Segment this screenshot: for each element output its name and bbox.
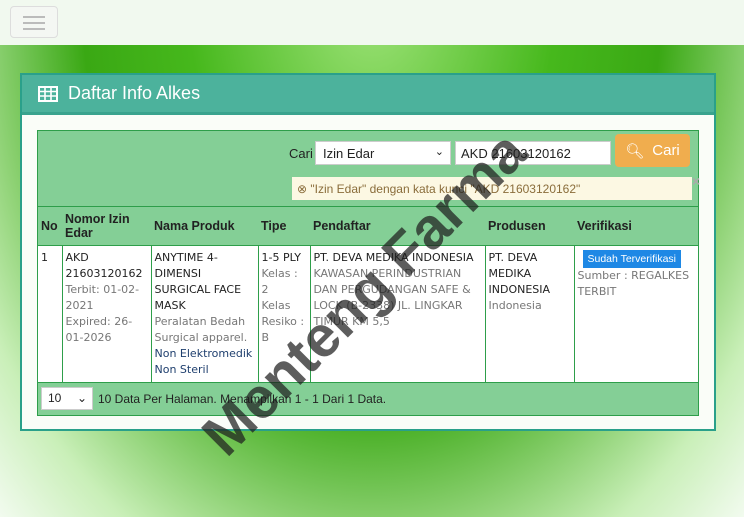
search-input[interactable]: AKD 21603120162	[455, 141, 611, 165]
col-tipe: Tipe	[258, 207, 310, 246]
country: Indonesia	[488, 298, 542, 312]
pagination-info: 10 Data Per Halaman. Menampilkan 1 - 1 D…	[98, 391, 387, 406]
registrant-address: KAWASAN PERINDUSTRIAN DAN PERGUDANGAN SA…	[313, 266, 471, 328]
expired-date: Expired: 26-01-2026	[65, 314, 133, 344]
alkes-panel: Daftar Info Alkes Cari Izin Edar ⌄ AKD 21…	[20, 73, 716, 431]
search-button[interactable]: 🔍︎ Cari	[615, 134, 690, 167]
cell-verifikasi: Sudah Terverifikasi Sumber : REGALKES TER…	[574, 245, 698, 382]
terbit-date: Terbit: 01-02-2021	[65, 282, 140, 312]
manufacturer: PT. DEVA MEDIKA INDONESIA	[488, 250, 551, 296]
col-pendaftar: Pendaftar	[310, 207, 485, 246]
close-alert-button[interactable]: ×	[692, 173, 700, 189]
search-label: Cari	[289, 146, 313, 161]
cell-produsen: PT. DEVA MEDIKA INDONESIA Indonesia	[485, 245, 575, 382]
col-nama: Nama Produk	[151, 207, 258, 246]
product-kind: Non Elektromedik Non Steril	[154, 346, 253, 376]
source: Sumber : REGALKES TERBIT	[577, 268, 690, 298]
per-page-select[interactable]: 10 ⌄	[41, 387, 93, 410]
search-icon: 🔍︎	[625, 142, 645, 160]
class: Kelas : 2	[261, 266, 298, 296]
subcategory: Surgical apparel.	[154, 330, 248, 344]
per-page-value: 10	[48, 391, 62, 405]
alkes-table: No Nomor Izin Edar Nama Produk Tipe Pend…	[38, 207, 698, 382]
col-verifikasi: Verifikasi	[574, 207, 698, 246]
menu-toggle-button[interactable]	[10, 6, 58, 38]
chevron-down-icon: ⌄	[76, 391, 87, 405]
navbar	[0, 0, 744, 45]
registrant: PT. DEVA MEDIKA INDONESIA	[313, 250, 474, 264]
table-row: 1 AKD 21603120162 Terbit: 01-02-2021 Expir…	[38, 245, 698, 382]
page-title: Daftar Info Alkes	[68, 83, 201, 103]
col-nomor: Nomor Izin Edar	[62, 207, 151, 246]
cell-nomor: AKD 21603120162 Terbit: 01-02-2021 Expired…	[62, 245, 152, 382]
search-button-label: Cari	[652, 142, 680, 159]
col-no: No	[38, 207, 62, 246]
col-produsen: Produsen	[485, 207, 574, 246]
search-filter-alert: ⊗ "Izin Edar" dengan kata kunci "AKD 216…	[292, 173, 700, 200]
table-icon	[38, 85, 58, 102]
verified-badge: Sudah Terverifikasi	[582, 249, 682, 268]
alert-text: "Izin Edar" dengan kata kunci "AKD 21603…	[310, 182, 581, 196]
cell-tipe: 1-5 PLY Kelas : 2 Kelas Resiko : B	[258, 245, 311, 382]
pagination-footer: 10 ⌄ 10 Data Per Halaman. Menampilkan 1 -…	[38, 381, 698, 415]
results-box: Cari Izin Edar ⌄ AKD 21603120162 🔍︎ Cari ⊗…	[37, 130, 700, 416]
search-bar: Cari Izin Edar ⌄ AKD 21603120162 🔍︎ Cari ⊗…	[38, 131, 700, 207]
search-field-select[interactable]: Izin Edar ⌄	[315, 141, 451, 165]
chevron-down-icon: ⌄	[434, 146, 444, 158]
table-header-row: No Nomor Izin Edar Nama Produk Tipe Pend…	[38, 207, 698, 246]
product-name: ANYTIME 4-DIMENSI SURGICAL FACE MASK	[154, 250, 242, 312]
remove-filter-icon[interactable]: ⊗	[297, 182, 310, 196]
nomor-izin: AKD 21603120162	[65, 250, 143, 280]
type: 1-5 PLY	[261, 250, 301, 264]
cell-pendaftar: PT. DEVA MEDIKA INDONESIA KAWASAN PERINDU…	[310, 245, 486, 382]
risk-class: Kelas Resiko : B	[261, 298, 305, 344]
search-field-value: Izin Edar	[323, 146, 375, 161]
category: Peralatan Bedah	[154, 314, 246, 328]
cell-nama: ANYTIME 4-DIMENSI SURGICAL FACE MASK Pera…	[151, 245, 259, 382]
cell-no: 1	[38, 245, 63, 382]
panel-header: Daftar Info Alkes	[22, 75, 714, 115]
